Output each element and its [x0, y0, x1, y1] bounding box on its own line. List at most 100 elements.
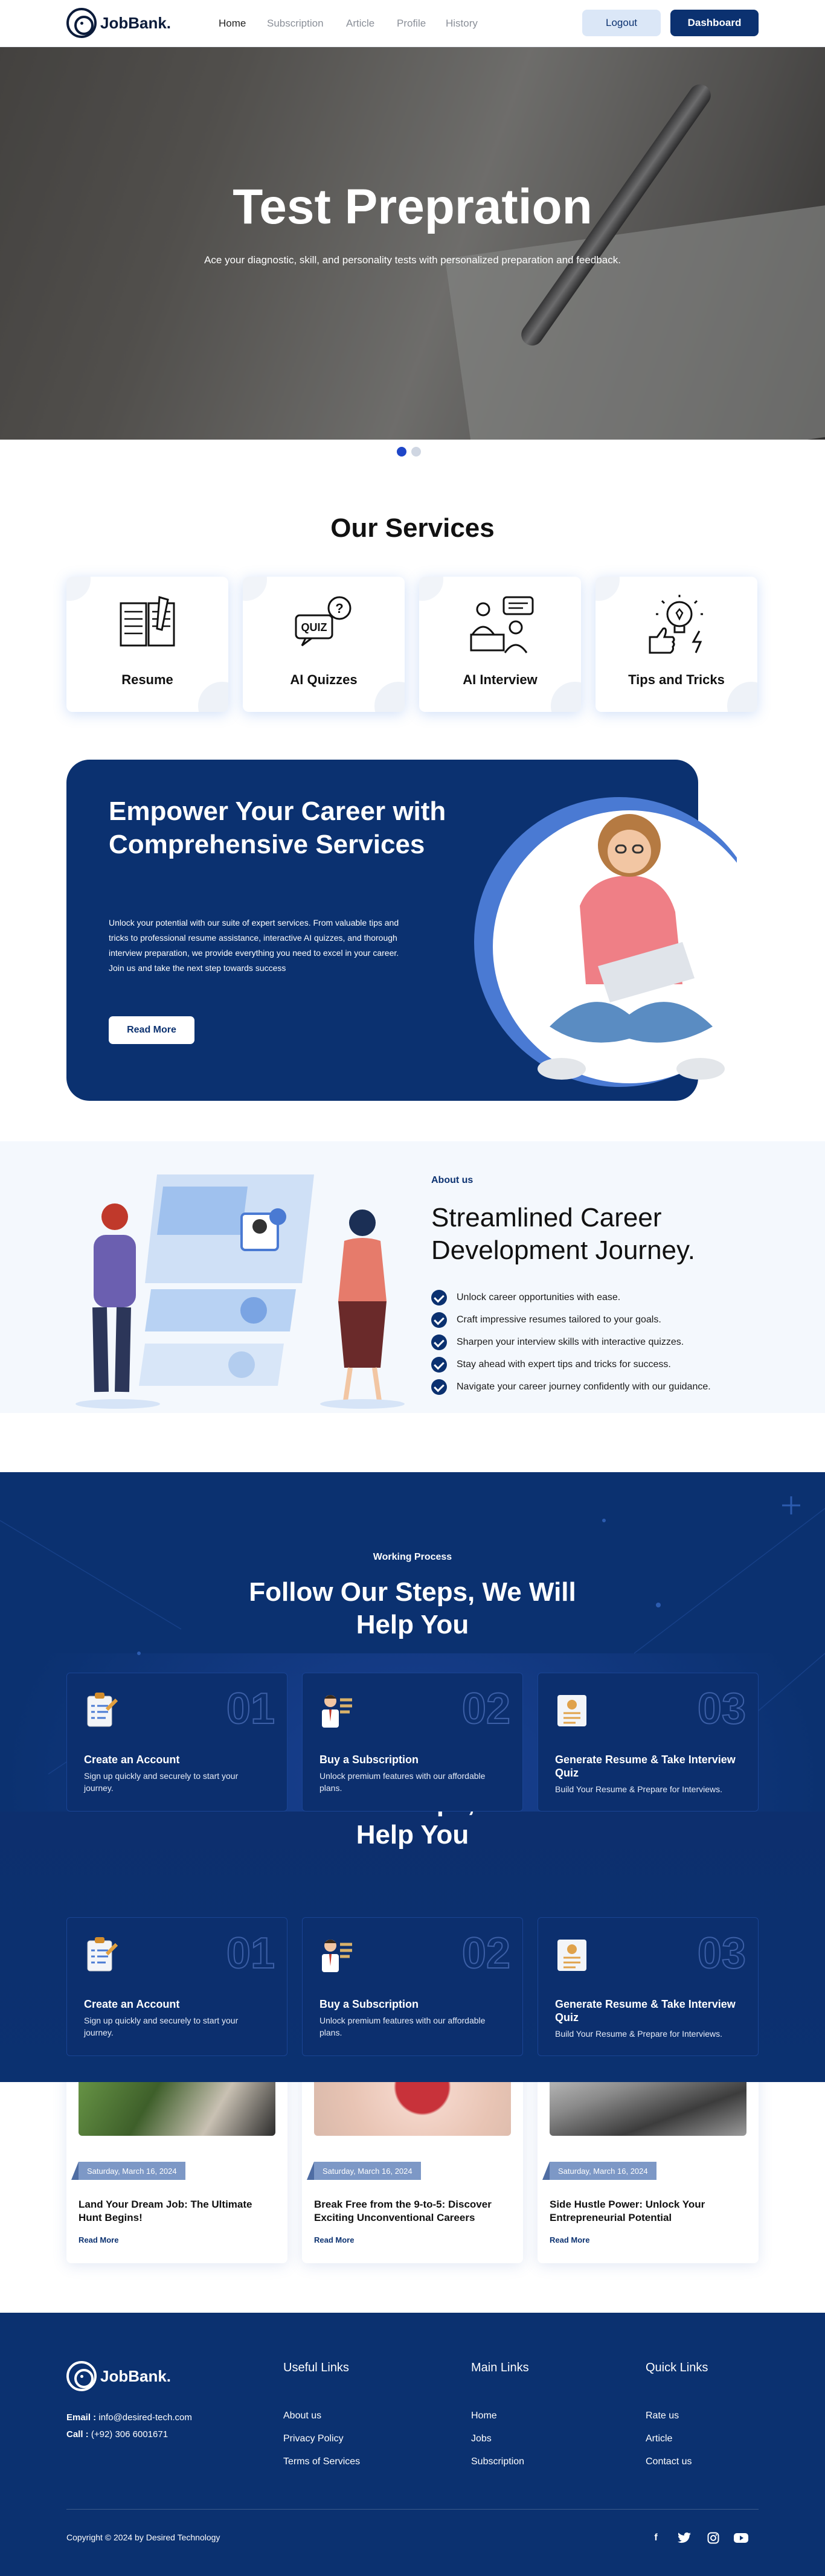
nav-profile[interactable]: Profile: [397, 18, 426, 30]
step-card: 03 Generate Resume & Take Interview Quiz…: [538, 1917, 759, 2056]
nav-article[interactable]: Article: [346, 18, 374, 30]
check-circle-icon: [431, 1290, 447, 1306]
email-link[interactable]: info@desired-tech.com: [98, 2412, 191, 2423]
dashboard-button[interactable]: Dashboard: [670, 10, 759, 36]
working-title: Follow Our Steps, We Will Help You: [249, 1812, 576, 1850]
twitter-icon[interactable]: [676, 2530, 692, 2546]
resume-document-icon: [557, 1940, 586, 1971]
step-number: 01: [226, 1929, 275, 1978]
service-card-ai-quizzes[interactable]: QUIZ ? AI Quizzes: [243, 577, 405, 712]
subscription-person-icon: [322, 1695, 352, 1728]
service-title: Tips and Tricks: [628, 672, 725, 687]
carousel-dot-active[interactable]: [397, 447, 406, 457]
check-circle-icon: [431, 1334, 447, 1350]
step-title: Buy a Subscription: [319, 1754, 419, 1766]
interview-icon: [470, 596, 534, 653]
footer-divider: [66, 2509, 759, 2510]
step-title: Buy a Subscription: [319, 1998, 419, 2010]
blog-date: Saturday, March 16, 2024: [71, 2162, 185, 2180]
step-title: Create an Account: [84, 1998, 180, 2010]
empower-title: Empower Your Career with Comprehensive S…: [109, 796, 446, 859]
copyright: Copyright © 2024 by Desired Technology: [66, 2533, 220, 2542]
footer-link-jobs[interactable]: Jobs: [471, 2433, 492, 2444]
blog-read-more-link[interactable]: Read More: [550, 2235, 589, 2244]
blog-title[interactable]: Side Hustle Power: Unlock Your Entrepren…: [550, 2198, 746, 2225]
step-number: 01: [226, 1684, 275, 1734]
service-title: AI Interview: [463, 672, 538, 687]
youtube-icon[interactable]: [733, 2530, 749, 2546]
hero-overlay: [0, 47, 825, 440]
woman-with-laptop-illustration: [474, 797, 737, 1087]
useful-links-heading: Useful Links: [283, 2361, 349, 2374]
step-card: 02 Buy a Subscription Unlock premium fea…: [302, 1673, 523, 1812]
step-card: 02 Buy a Subscription Unlock premium fea…: [302, 1917, 523, 2056]
instagram-icon[interactable]: [705, 2530, 721, 2546]
hero-subtitle: Ace your diagnostic, skill, and personal…: [204, 254, 621, 266]
brand-logo[interactable]: JobBank.: [66, 8, 171, 38]
service-title: Resume: [121, 672, 173, 687]
carousel-dot[interactable]: [411, 447, 421, 457]
step-title: Generate Resume & Take Interview Quiz: [555, 1998, 736, 2023]
blog-title[interactable]: Break Free from the 9-to-5: Discover Exc…: [314, 2198, 511, 2225]
blog-date: Saturday, March 16, 2024: [307, 2162, 421, 2180]
step-desc: Unlock premium features with our afforda…: [319, 1771, 486, 1793]
service-card-tips-and-tricks[interactable]: Tips and Tricks: [595, 577, 757, 712]
check-circle-icon: [431, 1312, 447, 1328]
step-number: 02: [461, 1929, 511, 1978]
footer-link-privacy[interactable]: Privacy Policy: [283, 2433, 344, 2444]
brand-name: JobBank.: [100, 2366, 172, 2385]
services-heading: Our Services: [330, 513, 495, 543]
footer-link-rate[interactable]: Rate us: [646, 2411, 679, 2421]
nav-home[interactable]: Home: [219, 18, 246, 30]
main-links-heading: Main Links: [471, 2361, 529, 2374]
footer-link-home[interactable]: Home: [471, 2411, 497, 2421]
step-desc: Sign up quickly and securely to start yo…: [84, 2016, 239, 2037]
step-desc: Unlock premium features with our afforda…: [319, 2016, 486, 2037]
check-circle-icon: [431, 1357, 447, 1373]
blog-card[interactable]: Saturday, March 16, 2024 Break Free from…: [302, 2054, 523, 2263]
nav-subscription[interactable]: Subscription: [267, 18, 324, 30]
step-desc: Build Your Resume & Prepare for Intervie…: [555, 2029, 723, 2039]
facebook-icon[interactable]: f: [648, 2530, 664, 2546]
step-title: Create an Account: [84, 1754, 180, 1766]
svg-text:QUIZ: QUIZ: [301, 621, 327, 633]
footer-link-article[interactable]: Article: [646, 2433, 672, 2444]
step-number: 03: [697, 1684, 746, 1734]
blog-read-more-link[interactable]: Read More: [314, 2235, 354, 2244]
subscription-person-icon: [322, 1940, 352, 1972]
nav-history[interactable]: History: [446, 18, 478, 30]
footer-link-terms[interactable]: Terms of Services: [283, 2456, 360, 2467]
working-title: Follow Our Steps, We Will Help You: [249, 1577, 576, 1639]
quick-links-heading: Quick Links: [646, 2361, 708, 2374]
target-logo-icon: [66, 8, 97, 38]
logout-button[interactable]: Logout: [582, 10, 661, 36]
clipboard-icon: [87, 1693, 118, 1727]
footer-brand-logo[interactable]: JobBank.: [66, 2361, 171, 2391]
step-title: Generate Resume & Take Interview Quiz: [555, 1754, 736, 1779]
read-more-button[interactable]: Read More: [109, 1016, 194, 1044]
about-title: Streamlined Career Development Journey.: [431, 1203, 695, 1265]
step-number: 02: [461, 1684, 511, 1734]
clipboard-icon: [87, 1937, 118, 1972]
footer-link-subscription[interactable]: Subscription: [471, 2456, 524, 2467]
blog-title[interactable]: Land Your Dream Job: The Ultimate Hunt B…: [79, 2198, 275, 2225]
empower-body: Unlock your potential with our suite of …: [109, 918, 399, 973]
service-card-resume[interactable]: Resume: [66, 577, 228, 712]
blog-card[interactable]: Saturday, March 16, 2024 Land Your Dream…: [66, 2054, 287, 2263]
footer-link-about[interactable]: About us: [283, 2411, 321, 2421]
footer-phone: Call : (+92) 306 6001671: [66, 2429, 169, 2440]
hero-banner: Test Prepration Ace your diagnostic, ski…: [0, 47, 825, 440]
service-card-ai-interview[interactable]: AI Interview: [419, 577, 581, 712]
blog-card[interactable]: Saturday, March 16, 2024 Side Hustle Pow…: [538, 2054, 759, 2263]
phone-number: (+92) 306 6001671: [91, 2429, 169, 2440]
target-logo-icon: [66, 2361, 97, 2391]
service-title: AI Quizzes: [290, 672, 358, 687]
step-card: 01 Create an Account Sign up quickly and…: [66, 1917, 287, 2056]
blog-read-more-link[interactable]: Read More: [79, 2235, 118, 2244]
about-point: Craft impressive resumes tailored to you…: [431, 1312, 661, 1328]
footer-link-contact[interactable]: Contact us: [646, 2456, 692, 2467]
step-desc: Sign up quickly and securely to start yo…: [84, 1771, 239, 1793]
resume-document-icon: [557, 1695, 586, 1726]
step-number: 03: [697, 1929, 746, 1978]
about-point: Navigate your career journey confidently…: [431, 1379, 711, 1395]
